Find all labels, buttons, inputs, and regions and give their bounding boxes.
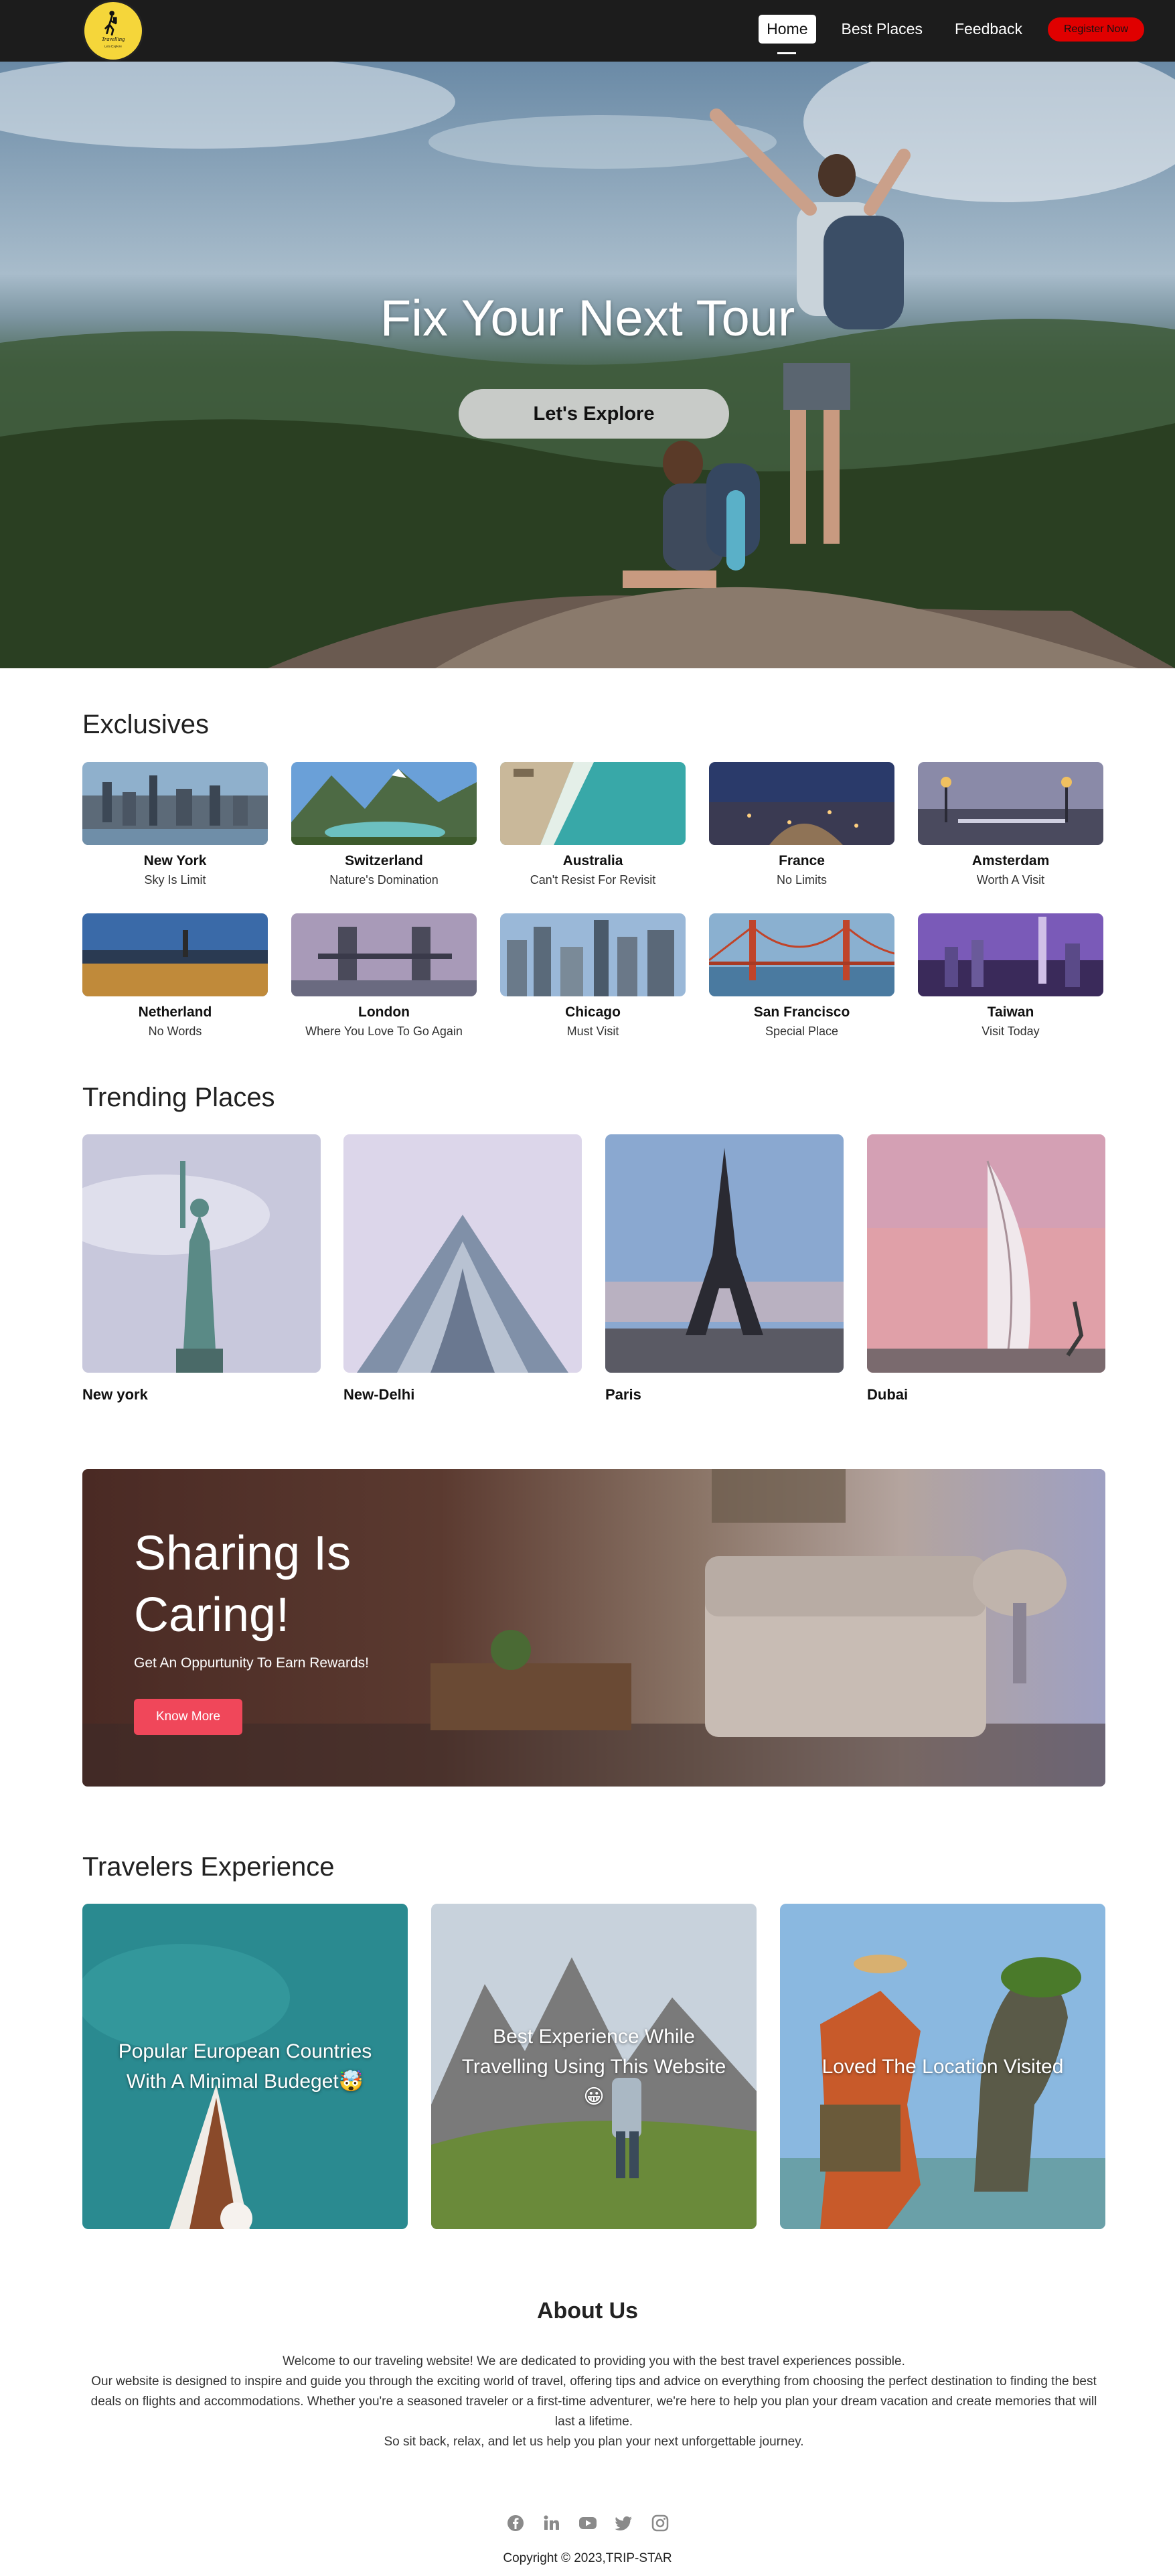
exclusive-tagline: Must Visit [566,1025,619,1038]
social-links [0,2514,1175,2532]
experience-caption: Loved The Location Visited [821,2055,1064,2078]
exclusive-name: Chicago [565,1004,621,1020]
lets-explore-button[interactable]: Let's Explore [459,389,729,439]
france-image [709,762,894,845]
trending-card-dubai[interactable]: Dubai [867,1134,1105,1404]
new-york-image [82,762,268,845]
exclusive-tagline: Special Place [765,1025,839,1038]
trending-place-name: Dubai [867,1386,909,1403]
exclusive-card-san-francisco[interactable]: San Francisco Special Place [709,913,894,1039]
hiker-logo-icon: Travelling Lets Explore [85,3,141,59]
sharing-subtitle: Get An Oppurtunity To Earn Rewards! [134,1655,369,1671]
exclusive-name: New York [143,853,207,868]
experience-card-best-experience[interactable]: Best Experience While Travelling Using T… [431,1904,757,2229]
chicago-image [500,913,686,996]
exclusive-tagline: Sky Is Limit [144,873,206,887]
register-now-button[interactable]: Register Now [1047,17,1144,42]
exclusive-name: Amsterdam [971,853,1050,868]
site-logo[interactable]: Travelling Lets Explore [82,0,144,62]
trending-place-name: New york [82,1386,148,1403]
exclusive-name: Netherland [138,1004,212,1020]
netherland-image [82,913,268,996]
exclusive-card-amsterdam[interactable]: Amsterdam Worth A Visit [918,762,1103,887]
about-paragraph: So sit back, relax, and let us help you … [384,2435,804,2449]
top-navbar: Travelling Lets Explore Home Best Places… [0,0,1175,62]
hero-title: Fix Your Next Tour [380,290,795,347]
trending-place-name: New-Delhi [343,1386,415,1403]
switzerland-image [291,762,477,845]
trending-card-new-york[interactable]: New york [82,1134,321,1404]
trending-place-name: Paris [605,1386,641,1403]
san-francisco-image [709,913,894,996]
exclusive-name: Taiwan [987,1004,1034,1020]
exclusive-tagline: Visit Today [982,1025,1040,1038]
experience-caption: Best Experience While Travelling Using T… [461,2025,726,2108]
experience-caption: Popular European Countries With A Minima… [118,2040,372,2093]
exclusive-card-france[interactable]: France No Limits [709,762,894,887]
about-body: Welcome to our traveling website! We are… [82,2352,1105,2452]
svg-text:Lets Explore: Lets Explore [104,44,122,48]
exclusive-card-london[interactable]: London Where You Love To Go Again [291,913,477,1039]
exclusive-card-taiwan[interactable]: Taiwan Visit Today [918,913,1103,1039]
youtube-icon[interactable] [578,2514,597,2532]
exclusive-name: London [358,1004,410,1020]
about-paragraph: Welcome to our traveling website! We are… [283,2354,905,2368]
facebook-icon[interactable] [506,2514,525,2532]
amsterdam-image [918,762,1103,845]
exclusive-tagline: Can't Resist For Revisit [530,873,656,887]
sharing-banner: Sharing Is Caring! Get An Oppurtunity To… [82,1469,1105,1787]
exclusive-name: Switzerland [345,853,423,868]
exclusive-tagline: Worth A Visit [976,873,1045,887]
australia-image [500,762,686,845]
sharing-title: Sharing Is Caring! [134,1527,351,1642]
exclusive-card-netherland[interactable]: Netherland No Words [82,913,268,1039]
london-image [291,913,477,996]
exclusive-tagline: No Limits [776,873,827,887]
nav-links: Home Best Places Feedback Register Now [759,15,1144,54]
about-paragraph: Our website is designed to inspire and g… [90,2374,1097,2429]
statue-of-liberty-image [82,1134,321,1373]
lotus-temple-image [343,1134,582,1373]
copyright-text: Copyright © 2023,TRIP-STAR [503,2551,672,2565]
hero-banner: Fix Your Next Tour Let's Explore [0,62,1175,668]
trending-card-paris[interactable]: Paris [605,1134,844,1404]
hero-background-image [0,62,1175,668]
exclusive-card-new-york[interactable]: New York Sky Is Limit [82,762,268,887]
exclusive-card-chicago[interactable]: Chicago Must Visit [500,913,686,1039]
taiwan-image [918,913,1103,996]
svg-text:Travelling: Travelling [102,36,125,42]
nav-feedback-link[interactable]: Feedback [948,16,1029,42]
exclusives-title: Exclusives [82,710,209,739]
exclusive-tagline: Where You Love To Go Again [305,1025,463,1038]
twitter-icon[interactable] [614,2514,633,2532]
trending-title: Trending Places [82,1083,275,1112]
nav-best-places-link[interactable]: Best Places [835,16,929,42]
exclusive-tagline: Nature's Domination [329,873,439,887]
exclusive-tagline: No Words [148,1025,202,1038]
experience-card-location[interactable]: Loved The Location Visited [780,1904,1105,2229]
nav-home-link[interactable]: Home [759,15,816,54]
know-more-button[interactable]: Know More [134,1699,242,1735]
eiffel-tower-image [605,1134,844,1373]
about-title: About Us [536,2298,639,2324]
linkedin-icon[interactable] [542,2514,561,2532]
exclusive-name: Australia [562,853,623,868]
instagram-icon[interactable] [651,2514,670,2532]
burj-al-arab-image [867,1134,1105,1373]
experience-card-europe[interactable]: Popular European Countries With A Minima… [82,1904,408,2229]
exclusive-name: France [779,853,825,868]
trending-card-new-delhi[interactable]: New-Delhi [343,1134,582,1404]
exclusive-name: San Francisco [753,1004,850,1020]
exclusive-card-australia[interactable]: Australia Can't Resist For Revisit [500,762,686,887]
exclusive-card-switzerland[interactable]: Switzerland Nature's Domination [291,762,477,887]
experience-title: Travelers Experience [82,1852,335,1882]
